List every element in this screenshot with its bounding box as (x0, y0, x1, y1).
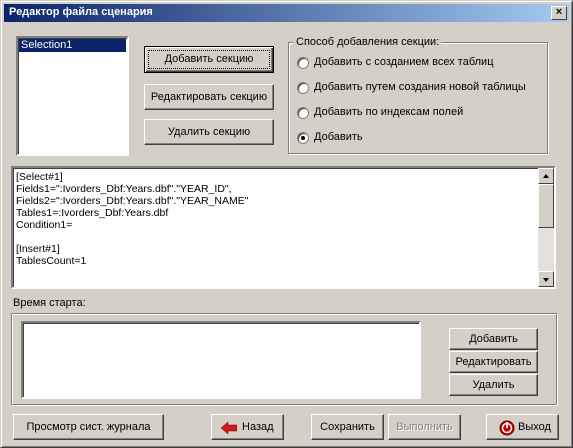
script-text-area[interactable]: [Select#1] Fields1=":Ivorders_Dbf:Years.d… (11, 166, 556, 289)
edit-section-button[interactable]: Редактировать секцию (144, 84, 274, 110)
radio-button[interactable] (297, 107, 309, 119)
save-button[interactable]: Сохранить (311, 414, 384, 440)
radio-label: Добавить (314, 131, 363, 143)
vertical-scrollbar[interactable] (538, 168, 554, 287)
exit-icon (499, 420, 515, 436)
scroll-thumb[interactable] (538, 184, 554, 228)
edit-start-time-button[interactable]: Редактировать (449, 351, 538, 373)
scroll-up-button[interactable] (538, 168, 554, 184)
arrow-up-icon (543, 174, 549, 178)
view-system-log-button[interactable]: Просмотр сист. журнала (13, 414, 164, 440)
window-title: Редактор файла сценария (9, 6, 153, 18)
sections-items: Selection1 (18, 39, 127, 52)
add-method-title: Способ добавления секции: (294, 36, 442, 48)
back-arrow-icon (221, 422, 237, 434)
run-button[interactable]: Выполнить (388, 414, 461, 440)
script-line: Condition1= (16, 219, 73, 231)
exit-button[interactable]: Выход (486, 414, 559, 440)
radio-label: Добавить путем создания новой таблицы (314, 81, 526, 93)
script-line: Fields2=":Ivorders_Dbf:Years.dbf"."YEAR_… (16, 195, 249, 207)
script-text: [Select#1] Fields1=":Ivorders_Dbf:Years.d… (16, 171, 249, 267)
script-line: [Select#1] (16, 171, 63, 183)
radio-button[interactable] (297, 82, 309, 94)
delete-start-time-button[interactable]: Удалить (449, 374, 538, 396)
add-start-time-button[interactable]: Добавить (449, 328, 538, 350)
close-icon: × (555, 6, 563, 18)
delete-section-button[interactable]: Удалить секцию (144, 119, 274, 145)
close-window-button[interactable]: × (551, 6, 567, 20)
script-line: Fields1=":Ivorders_Dbf:Years.dbf"."YEAR_… (16, 183, 232, 195)
section-list-item[interactable]: Selection1 (19, 39, 126, 52)
radio-label: Добавить с созданием всех таблиц (314, 56, 494, 68)
script-line: Tables1=:Ivorders_Dbf:Years.dbf (16, 207, 169, 219)
script-line: [Insert#1] (16, 243, 60, 255)
script-editor-window: Редактор файла сценария × Selection1 Доб… (0, 0, 573, 448)
radio-button[interactable] (297, 57, 309, 69)
script-line: TablesCount=1 (16, 255, 87, 267)
title-bar[interactable]: Редактор файла сценария × (4, 4, 569, 22)
scroll-down-button[interactable] (538, 271, 554, 287)
start-time-list[interactable] (21, 321, 421, 399)
script-line (16, 231, 249, 243)
radio-label: Добавить по индексам полей (314, 106, 464, 118)
start-time-label: Время старта: (13, 297, 86, 309)
add-section-button[interactable]: Добавить секцию (144, 46, 274, 73)
radio-button-selected[interactable] (297, 132, 309, 144)
back-button[interactable]: Назад (211, 414, 284, 440)
arrow-down-icon (543, 278, 549, 282)
sections-list[interactable]: Selection1 (16, 36, 129, 156)
focus-rect (148, 50, 270, 69)
